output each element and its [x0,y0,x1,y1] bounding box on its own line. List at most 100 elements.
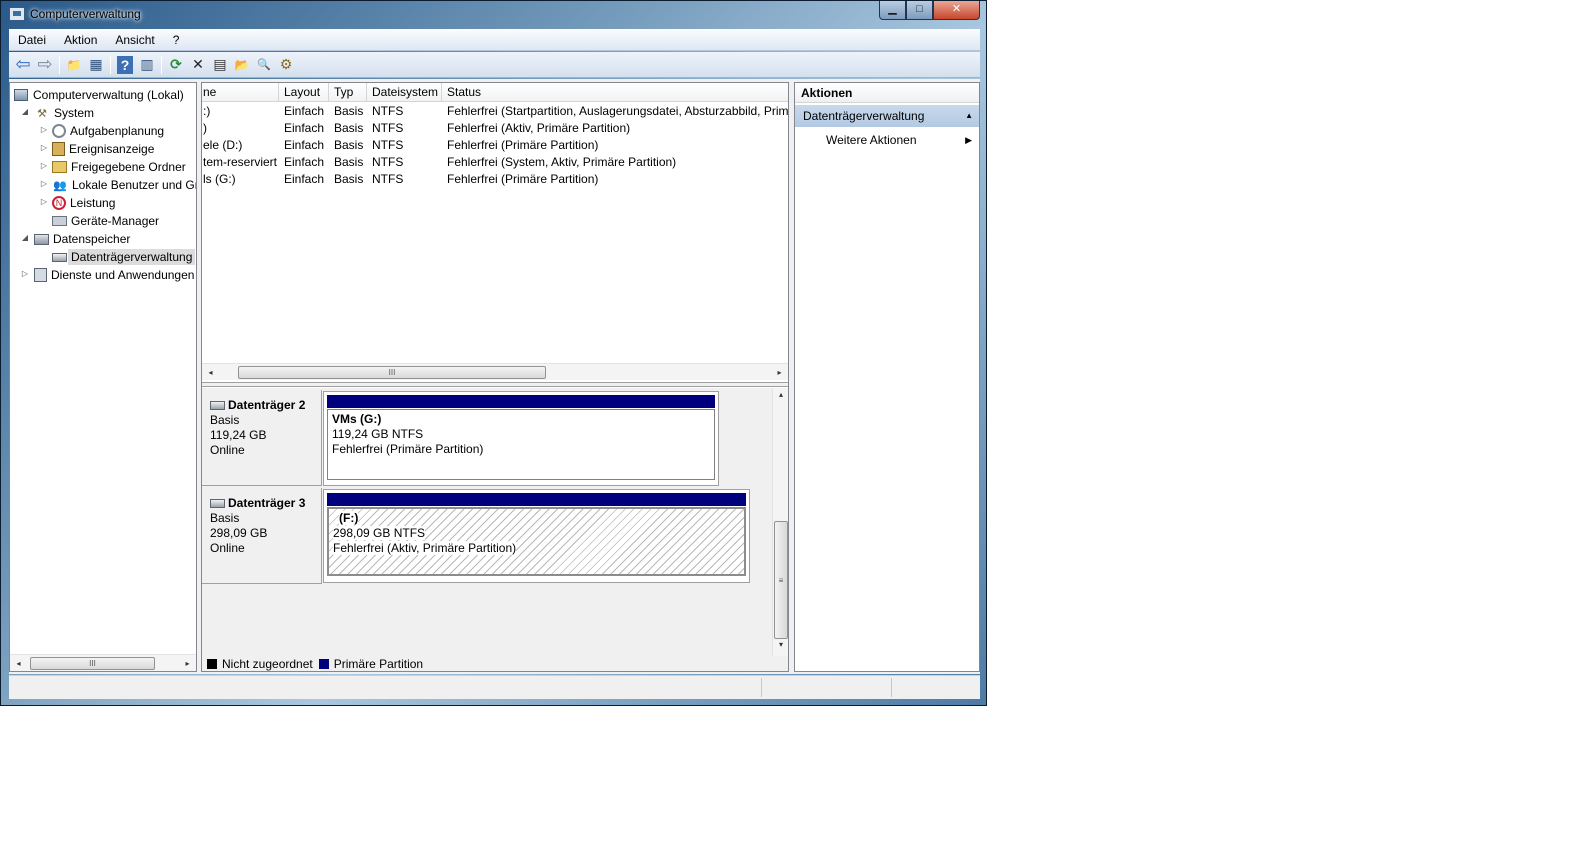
menu-datei[interactable]: Datei [9,33,55,47]
volume-row[interactable]: ) Einfach Basis NTFS Fehlerfrei (Aktiv, … [202,120,788,137]
column-header-dateisystem[interactable]: Dateisystem [367,83,442,102]
up-folder-icon[interactable]: 📁 [63,54,85,76]
tree-item-ereignisanzeige[interactable]: Ereignisanzeige [52,140,154,158]
event-viewer-icon [52,142,65,156]
scroll-left-icon[interactable]: ◂ [10,659,27,668]
properties-icon[interactable]: ▤ [209,54,231,76]
column-header-layout[interactable]: Layout [279,83,329,102]
expand-arrow-icon[interactable]: ▷ [39,179,49,188]
volume-row[interactable]: tem-reserviert Einfach Basis NTFS Fehler… [202,154,788,171]
performance-icon: N [52,196,66,210]
details-pane: ne Layout Typ Dateisystem Status :) Einf… [201,82,789,672]
volume-block-selected[interactable]: (F:) 298,09 GB NTFS Fehlerfrei (Aktiv, P… [327,507,746,576]
volume-frame[interactable]: (F:) 298,09 GB NTFS Fehlerfrei (Aktiv, P… [323,489,750,583]
tree-item-dienste[interactable]: Dienste und Anwendungen [34,266,194,284]
settings-icon[interactable]: ⚙ [275,54,297,76]
volume-typ: Basis [334,138,364,152]
tree-horizontal-scrollbar[interactable]: ◂ III ▸ [10,654,196,671]
actions-section-datentraegerverwaltung[interactable]: Datenträgerverwaltung ▲ [795,105,979,127]
volume-row[interactable]: ls (G:) Einfach Basis NTFS Fehlerfrei (P… [202,171,788,188]
scroll-thumb[interactable]: ≡ [774,521,788,639]
minimize-button[interactable]: ▁ [879,1,906,20]
tree-item-computerverwaltung[interactable]: Computerverwaltung (Lokal) [14,86,184,104]
tree-item-system[interactable]: ⚒ System [34,104,94,122]
back-arrow-icon[interactable]: ⇦ [12,54,34,76]
scroll-up-icon[interactable]: ▴ [773,390,788,399]
volume-frame[interactable]: VMs (G:) 119,24 GB NTFS Fehlerfrei (Prim… [323,391,719,486]
volume-row[interactable]: :) Einfach Basis NTFS Fehlerfrei (Startp… [202,103,788,120]
scroll-down-icon[interactable]: ▾ [773,640,788,649]
volume-filesystem: NTFS [372,138,404,152]
expand-arrow-icon[interactable]: ▷ [39,197,49,206]
computer-management-window: Computerverwaltung ▁ □ ✕ Datei Aktion An… [0,0,987,706]
tree-item-geraete-manager[interactable]: Geräte-Manager [52,212,159,230]
scroll-thumb[interactable]: III [238,366,546,379]
shared-folder-icon [52,161,67,173]
delete-icon[interactable]: ✕ [187,54,209,76]
disk-info-3[interactable]: Datenträger 3 Basis 298,09 GB Online [202,488,322,584]
show-hide-console-tree-icon[interactable]: ▦ [85,54,107,76]
tree-item-leistung[interactable]: N Leistung [52,194,115,212]
collapse-arrow-icon[interactable]: ◢ [20,233,30,242]
volume-status: Fehlerfrei (Aktiv, Primäre Partition) [333,541,517,555]
volume-layout: Einfach [284,138,325,152]
disk-vertical-scrollbar[interactable]: ▴ ≡ ▾ [772,388,788,656]
users-icon: 👥 [53,179,67,192]
system-tools-icon: ⚒ [37,107,47,120]
show-hide-action-pane-icon[interactable]: ▥ [136,54,158,76]
action-weitere-aktionen[interactable]: Weitere Aktionen ▶ [795,129,979,151]
tree-item-datenspeicher[interactable]: Datenspeicher [34,230,130,248]
find-icon[interactable]: 🔍 [253,54,275,76]
volume-filesystem: NTFS [372,121,404,135]
maximize-icon: □ [916,3,923,15]
column-header-status[interactable]: Status [442,83,788,102]
volume-filesystem: NTFS [372,104,404,118]
disk-size: 119,24 GB [210,428,267,442]
pane-splitter[interactable] [202,382,788,387]
collapse-arrow-icon[interactable]: ◢ [20,107,30,116]
scroll-right-icon[interactable]: ▸ [771,368,788,377]
volume-block[interactable]: VMs (G:) 119,24 GB NTFS Fehlerfrei (Prim… [327,409,715,480]
volume-status: Fehlerfrei (Primäre Partition) [447,172,599,186]
menu-ansicht[interactable]: Ansicht [106,33,163,47]
expand-arrow-icon[interactable]: ▷ [39,125,49,134]
disk-info-2[interactable]: Datenträger 2 Basis 119,24 GB Online [202,390,322,486]
scroll-left-icon[interactable]: ◂ [202,368,219,377]
collapse-up-icon[interactable]: ▲ [965,105,973,127]
storage-icon [34,233,49,245]
expand-arrow-icon[interactable]: ▷ [20,269,30,278]
menu-aktion[interactable]: Aktion [55,33,106,47]
volume-row[interactable]: ele (D:) Einfach Basis NTFS Fehlerfrei (… [202,137,788,154]
volume-name: tem-reserviert [203,155,278,169]
column-header-name[interactable]: ne [202,83,279,102]
tree-item-freigegebene-ordner[interactable]: Freigegebene Ordner [52,158,186,176]
toolbar-separator [59,55,60,74]
expand-arrow-icon[interactable]: ▷ [39,161,49,170]
tree-item-lokale-benutzer[interactable]: 👥 Lokale Benutzer und Gruppen [52,176,196,194]
volume-typ: Basis [334,155,364,169]
services-icon [34,268,47,282]
minimize-icon: ▁ [888,3,897,15]
expand-arrow-icon[interactable]: ▷ [39,143,49,152]
scroll-right-icon[interactable]: ▸ [179,659,196,668]
close-button[interactable]: ✕ [933,1,980,20]
window-title: Computerverwaltung [30,7,141,21]
toolbar-separator [110,55,111,74]
refresh-icon[interactable]: ⟳ [165,54,187,76]
help-icon[interactable]: ? [117,55,133,74]
volume-name: ele (D:) [203,138,243,152]
menu-help[interactable]: ? [164,33,189,47]
forward-arrow-icon[interactable]: ⇨ [34,54,56,76]
scroll-thumb[interactable]: III [30,657,155,670]
list-horizontal-scrollbar[interactable]: ◂ III ▸ [202,363,788,380]
title-bar[interactable]: Computerverwaltung ▁ □ ✕ [1,1,986,27]
maximize-button[interactable]: □ [906,1,933,20]
open-folder-icon[interactable]: 📂 [231,54,253,76]
tree-item-label: Geräte-Manager [71,214,160,228]
disk-icon [210,401,225,410]
volume-filesystem: NTFS [372,155,404,169]
column-header-typ[interactable]: Typ [329,83,367,102]
tree-item-label: Dienste und Anwendungen [51,268,195,282]
tree-item-datentraegerverwaltung[interactable]: Datenträgerverwaltung [52,248,196,266]
tree-item-aufgabenplanung[interactable]: Aufgabenplanung [52,122,164,140]
